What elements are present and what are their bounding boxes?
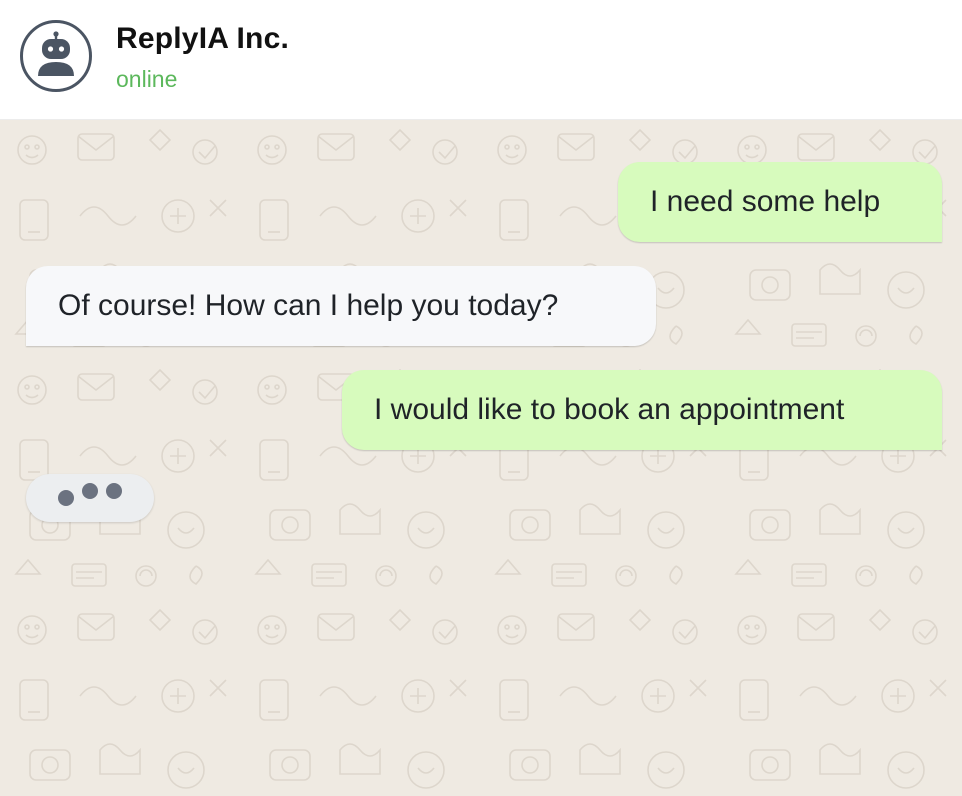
chat-header: ReplyIA Inc. online <box>0 0 962 120</box>
contact-status: online <box>116 66 178 92</box>
contact-name: ReplyIA Inc. <box>116 22 289 55</box>
typing-dot <box>58 490 74 506</box>
chat-area[interactable]: I need some help Of course! How can I he… <box>0 120 962 796</box>
typing-dot <box>106 483 122 499</box>
robot-icon <box>38 31 74 76</box>
typing-indicator <box>26 474 154 522</box>
typing-dot <box>82 483 98 499</box>
message-bubble-incoming[interactable]: Of course! How can I help you today? <box>26 266 656 346</box>
contact-avatar[interactable] <box>20 20 92 92</box>
message-bubble-outgoing[interactable]: I would like to book an appointment <box>342 370 942 450</box>
chat-app: ReplyIA Inc. online I need some help Of … <box>0 0 962 796</box>
message-bubble-outgoing[interactable]: I need some help <box>618 162 942 242</box>
